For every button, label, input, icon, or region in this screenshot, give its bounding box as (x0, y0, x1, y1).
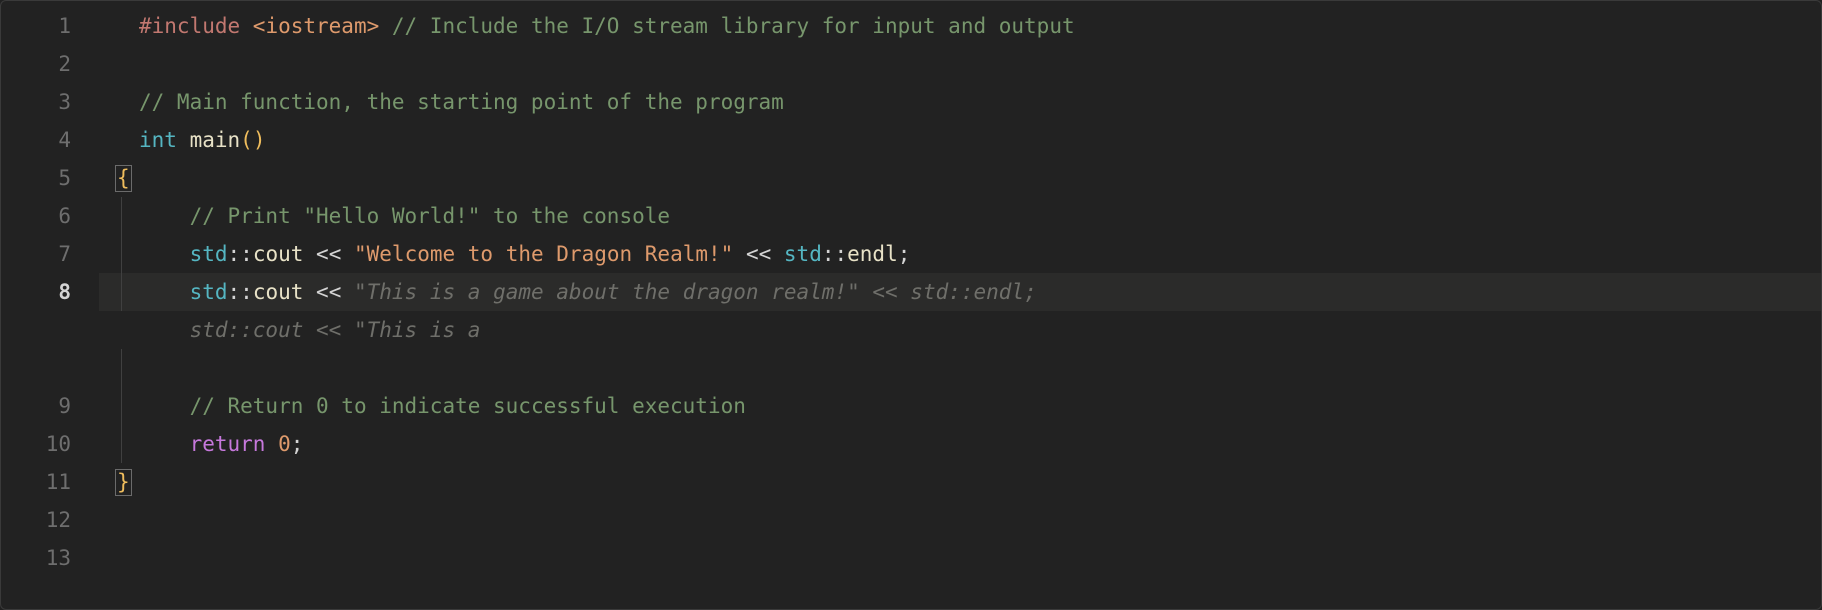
line-number: 2 (1, 45, 71, 83)
token-preprocessor: #include (139, 14, 240, 38)
line-number: 12 (1, 501, 71, 539)
token-keyword: return (190, 432, 266, 456)
token-comment: // Main function, the starting point of … (139, 90, 784, 114)
line-number: 9 (1, 387, 71, 425)
code-line-empty[interactable] (99, 501, 1821, 539)
code-line[interactable]: std::cout << "Welcome to the Dragon Real… (99, 235, 1821, 273)
token-space (177, 128, 190, 152)
code-line-empty[interactable] (99, 349, 1821, 387)
code-line[interactable]: // Main function, the starting point of … (99, 83, 1821, 121)
line-number-gutter: 1 2 3 4 5 6 7 8 9 10 11 12 13 (1, 7, 99, 609)
line-number: 4 (1, 121, 71, 159)
token-scope: :: (228, 280, 253, 304)
code-area[interactable]: #include <iostream> // Include the I/O s… (99, 7, 1821, 609)
token-space (733, 242, 746, 266)
token-number: 0 (278, 432, 291, 456)
token-indent (139, 280, 190, 304)
line-number: 5 (1, 159, 71, 197)
token-brace-close: } (117, 470, 130, 494)
token-comment: // Return 0 to indicate successful execu… (190, 394, 746, 418)
token-space (341, 280, 354, 304)
token-indent (139, 432, 190, 456)
line-number: 10 (1, 425, 71, 463)
indent-guide (121, 425, 122, 463)
line-number: 3 (1, 83, 71, 121)
token-space (303, 280, 316, 304)
token-comment: // Include the I/O stream library for in… (392, 14, 1075, 38)
code-line[interactable]: // Print "Hello World!" to the console (99, 197, 1821, 235)
token-operator: << (316, 280, 341, 304)
token-indent (139, 242, 190, 266)
token-function-name: main (190, 128, 241, 152)
token-indent (139, 318, 190, 342)
line-number: 6 (1, 197, 71, 235)
line-number: 7 (1, 235, 71, 273)
ghost-text-suggestion: std::cout << "This is a (190, 318, 481, 342)
code-line-empty[interactable] (99, 45, 1821, 83)
line-number-active: 8 (1, 273, 71, 311)
code-editor[interactable]: 1 2 3 4 5 6 7 8 9 10 11 12 13 #include <… (0, 0, 1822, 610)
token-parens: () (240, 128, 265, 152)
token-operator: << (746, 242, 771, 266)
token-operator: << (316, 242, 341, 266)
token-comment: // Print "Hello World!" to the console (190, 204, 670, 228)
token-indent (139, 394, 190, 418)
code-line-active[interactable]: std::cout << "This is a game about the d… (99, 273, 1821, 311)
brace-highlight: } (115, 469, 132, 496)
token-space (341, 242, 354, 266)
line-number: 1 (1, 7, 71, 45)
indent-guide (121, 273, 122, 311)
ghost-text-suggestion: "This is a game about the dragon realm!"… (354, 280, 1037, 304)
token-space (771, 242, 784, 266)
token-string: "Welcome to the Dragon Realm!" (354, 242, 733, 266)
token-space (303, 242, 316, 266)
token-namespace: std (784, 242, 822, 266)
code-line[interactable]: } (99, 463, 1821, 501)
token-keyword: int (139, 128, 177, 152)
ghost-text-wrap-line: std::cout << "This is a (99, 311, 1821, 349)
indent-guide (121, 387, 122, 425)
line-number: 13 (1, 539, 71, 577)
token-scope: :: (822, 242, 847, 266)
code-line[interactable]: int main() (99, 121, 1821, 159)
line-number: 11 (1, 463, 71, 501)
token-identifier: endl (847, 242, 898, 266)
token-semicolon: ; (291, 432, 304, 456)
code-line[interactable]: return 0; (99, 425, 1821, 463)
token-identifier: cout (253, 280, 304, 304)
token-namespace: std (190, 242, 228, 266)
token-identifier: cout (253, 242, 304, 266)
indent-guide (121, 349, 122, 387)
token-namespace: std (190, 280, 228, 304)
brace-highlight: { (115, 165, 132, 192)
token-include-header: <iostream> (240, 14, 392, 38)
code-line[interactable]: // Return 0 to indicate successful execu… (99, 387, 1821, 425)
token-brace-open: { (117, 166, 130, 190)
indent-guide (121, 197, 122, 235)
token-semicolon: ; (898, 242, 911, 266)
token-scope: :: (228, 242, 253, 266)
token-space (265, 432, 278, 456)
line-number (1, 311, 71, 387)
indent-guide (121, 235, 122, 273)
token-indent (139, 204, 190, 228)
code-line[interactable]: { (99, 159, 1821, 197)
code-line[interactable]: #include <iostream> // Include the I/O s… (99, 7, 1821, 45)
